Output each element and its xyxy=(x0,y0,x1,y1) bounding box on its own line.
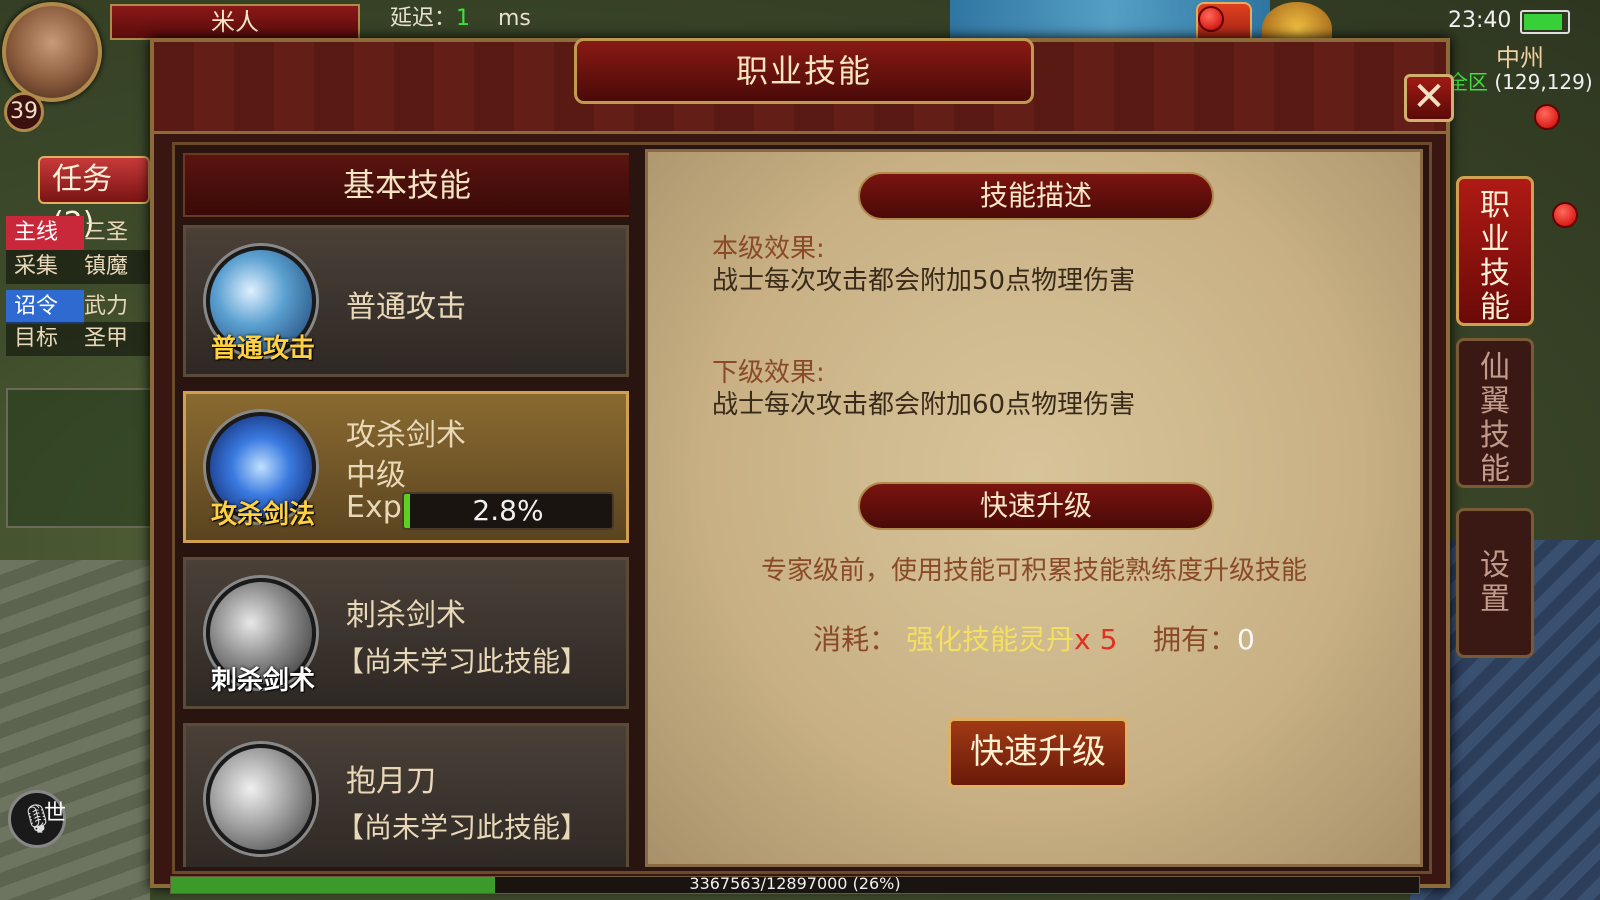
stone-background xyxy=(0,560,150,900)
cost-item: 强化技能灵丹 xyxy=(906,623,1075,656)
notification-dot xyxy=(1198,6,1224,32)
tab-class-skills[interactable]: 职业技能 xyxy=(1456,176,1534,326)
own-value: 0 xyxy=(1237,623,1255,656)
skill-item-basic-attack[interactable]: 普通攻击 普通攻击 xyxy=(183,225,629,377)
skill-item-gongsha[interactable]: 攻杀剑法 攻杀剑术 中级 Exp 2.8% xyxy=(183,391,629,543)
skill-list[interactable]: 基本技能 普通攻击 普通攻击 攻杀剑法 攻杀剑术 中级 Exp 2.8% 刺杀剑 xyxy=(179,149,629,867)
quest-text: 三圣 xyxy=(84,220,129,245)
current-effect-text: 战士每次攻击都会附加50点物理伤害 xyxy=(712,266,1136,296)
exp-text: 2.8% xyxy=(472,494,544,527)
cost-qty: x 5 xyxy=(1074,623,1118,656)
latency-readout: 延迟：1 ms xyxy=(390,0,531,32)
skill-detail-panel: 技能描述 本级效果: 战士每次攻击都会附加50点物理伤害 下级效果: 战士每次攻… xyxy=(645,149,1423,867)
quest-text: 武力 xyxy=(84,294,129,319)
next-effect-text: 战士每次攻击都会附加60点物理伤害 xyxy=(712,390,1136,420)
skill-level: 中级 xyxy=(346,458,406,493)
task-button[interactable]: 任务(2) xyxy=(38,156,150,241)
quest-row[interactable]: 采集 镇魔 xyxy=(6,250,156,284)
tab-label: 职业技能 xyxy=(1480,188,1510,325)
skill-icon-caption: 普通攻击 xyxy=(210,334,315,364)
tab-label: 仙翼技能 xyxy=(1480,350,1510,487)
tab-label: 设置 xyxy=(1480,548,1510,617)
upgrade-note: 专家级前，使用技能可积累技能熟练度升级技能 xyxy=(760,556,1307,586)
battery-fill xyxy=(1524,14,1562,30)
clock: 23:40 xyxy=(1448,8,1512,33)
skill-name: 抱月刀 xyxy=(346,764,436,799)
skill-name: 刺杀剑术 xyxy=(346,598,466,633)
skill-icon-caption: 攻杀剑法 xyxy=(210,500,315,530)
quest-text: 镇魔 xyxy=(84,254,129,279)
skill-status: 【尚未学习此技能】 xyxy=(336,645,589,678)
quest-text: 圣甲 xyxy=(84,326,129,351)
description-header: 技能描述 xyxy=(858,172,1214,220)
skill-icon-caption: 刺杀剑术 xyxy=(210,666,315,696)
notification-dot xyxy=(1552,202,1578,228)
crescent-blade-icon xyxy=(206,744,316,854)
battery-icon xyxy=(1520,10,1570,34)
exp-label: Exp xyxy=(346,490,402,525)
cost-label: 消耗： xyxy=(813,623,898,656)
skills-dialog: 职业技能 ✕ 基本技能 普通攻击 普通攻击 攻杀剑法 攻杀剑术 中级 Exp 2… xyxy=(150,38,1454,888)
skill-name: 普通攻击 xyxy=(346,290,466,325)
experience-text: 3367563/12897000 (26%) xyxy=(689,874,901,893)
player-name: 米人 xyxy=(110,4,360,40)
notification-dot xyxy=(1534,104,1560,130)
dialog-title: 职业技能 xyxy=(574,38,1034,104)
world-chat-tag[interactable]: 世 xyxy=(44,795,66,827)
quest-row[interactable]: 目标 圣甲 xyxy=(6,322,156,356)
coordinates: 全区 (129,129) xyxy=(1448,66,1593,95)
quest-row[interactable]: 主线 三圣 xyxy=(6,216,156,250)
player-avatar[interactable] xyxy=(2,2,102,102)
quest-tag: 主线 xyxy=(6,216,84,250)
quest-tag: 诏令 xyxy=(6,290,84,324)
quest-tag: 采集 xyxy=(14,254,59,279)
quest-row[interactable]: 诏令 武力 xyxy=(6,290,156,324)
latency-value: 1 xyxy=(456,6,471,31)
latency-unit: ms xyxy=(498,6,531,31)
tab-wing-skills[interactable]: 仙翼技能 xyxy=(1456,338,1534,488)
skill-item-baoyue[interactable]: 抱月刀 【尚未学习此技能】 xyxy=(183,723,629,867)
close-button[interactable]: ✕ xyxy=(1404,74,1454,122)
quest-tag: 目标 xyxy=(14,326,59,351)
latency-label: 延迟： xyxy=(390,6,457,31)
dialog-body: 基本技能 普通攻击 普通攻击 攻杀剑法 攻杀剑术 中级 Exp 2.8% 刺杀剑 xyxy=(172,142,1432,874)
skill-status: 【尚未学习此技能】 xyxy=(336,811,589,844)
zone-label: 全区 xyxy=(1448,70,1488,94)
upgrade-cost: 消耗： 强化技能灵丹x 5 拥有：0 xyxy=(648,618,1420,658)
skill-exp-bar: 2.8% xyxy=(402,492,614,530)
skill-name: 攻杀剑术 xyxy=(346,418,466,453)
player-level: 39 xyxy=(4,92,44,132)
skill-category-header: 基本技能 xyxy=(183,153,629,217)
coord-value: (129,129) xyxy=(1494,70,1593,94)
quick-upgrade-button[interactable]: 快速升级 xyxy=(948,718,1128,788)
upgrade-header: 快速升级 xyxy=(858,482,1214,530)
skill-item-cisha[interactable]: 刺杀剑术 刺杀剑术 【尚未学习此技能】 xyxy=(183,557,629,709)
mini-panel xyxy=(6,388,152,528)
own-label: 拥有： xyxy=(1153,623,1238,656)
tab-settings[interactable]: 设置 xyxy=(1456,508,1534,658)
experience-bar: 3367563/12897000 (26%) xyxy=(170,874,1420,894)
close-icon: ✕ xyxy=(1412,74,1446,120)
